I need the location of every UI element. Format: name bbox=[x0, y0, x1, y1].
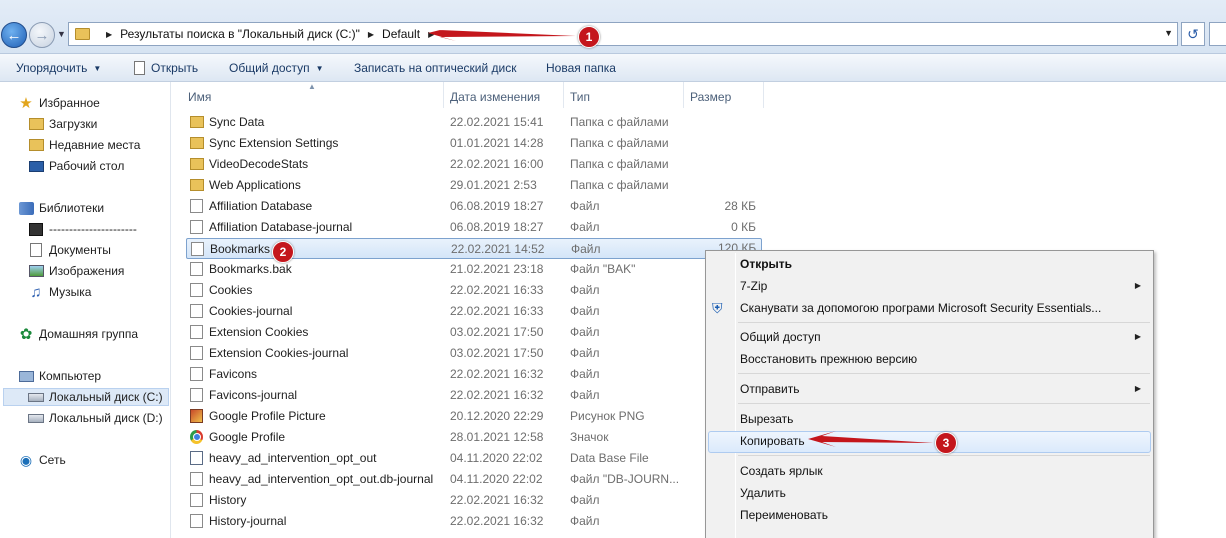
annotation-marker-1: 1 bbox=[578, 26, 600, 48]
annotation-arrows bbox=[428, 26, 934, 447]
annotation-marker-2: 2 bbox=[272, 241, 294, 263]
annotation-marker-3: 3 bbox=[935, 432, 957, 454]
annotation-arrow-3 bbox=[808, 431, 934, 447]
annotation-arrow-1 bbox=[428, 26, 576, 41]
